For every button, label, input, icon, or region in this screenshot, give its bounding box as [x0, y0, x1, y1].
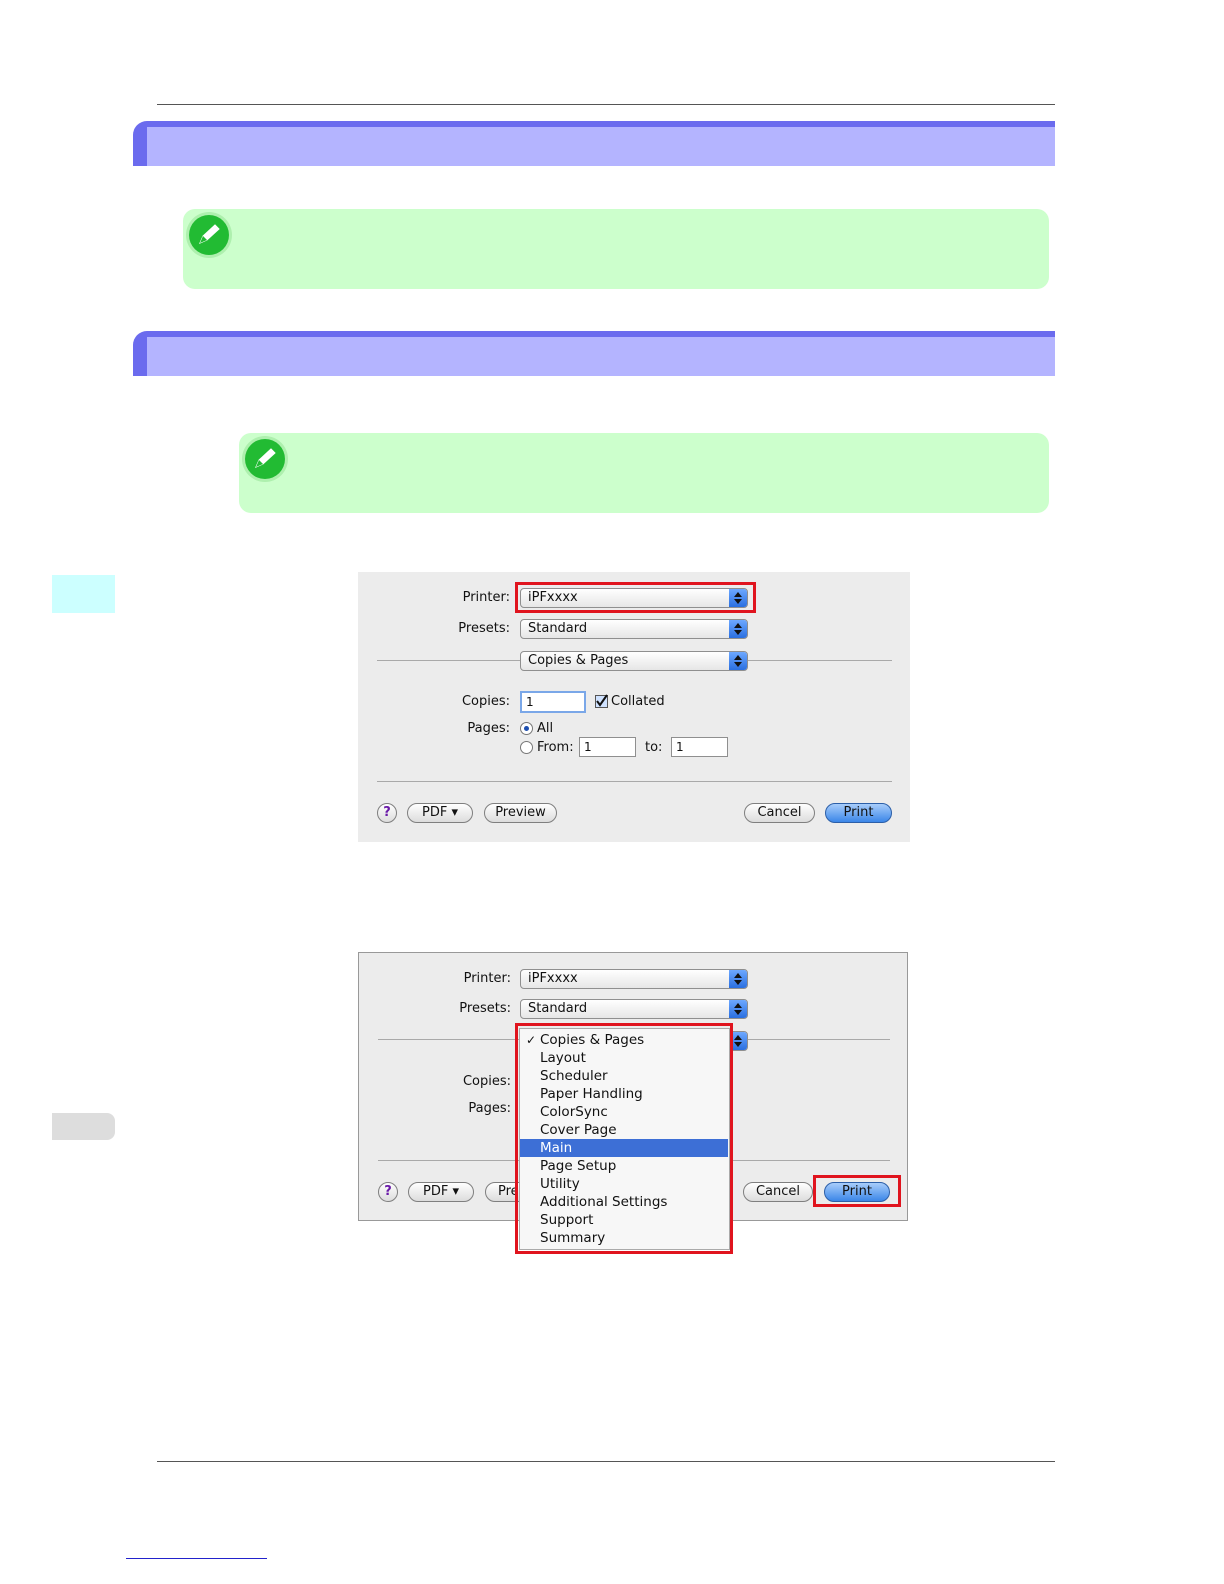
presets-value: Standard [528, 621, 588, 636]
popup-arrows-icon [729, 652, 747, 670]
printer-popup[interactable]: iPFxxxx [520, 969, 748, 989]
print-button[interactable]: Print [825, 803, 892, 823]
presets-value: Standard [528, 1001, 588, 1016]
cancel-button[interactable]: Cancel [743, 1182, 813, 1202]
divider [377, 660, 520, 661]
top-rule [157, 104, 1055, 105]
to-label: to: [645, 740, 663, 755]
from-field[interactable]: 1 [579, 737, 636, 757]
note-pencil-icon [245, 439, 285, 479]
printer-label: Printer: [463, 971, 511, 986]
pages-from-label: From: [537, 740, 574, 755]
copies-field[interactable]: 1 [520, 691, 586, 713]
help-icon[interactable]: ? [377, 803, 397, 823]
preview-button[interactable]: Preview [484, 803, 557, 823]
copies-label: Copies: [462, 1074, 511, 1089]
pages-label: Pages: [468, 1101, 511, 1116]
printer-highlight [515, 582, 756, 613]
section-header-1 [133, 121, 1055, 166]
divider [378, 1039, 520, 1040]
pages-all-label: All [537, 721, 554, 736]
side-tab-chapter [52, 575, 115, 613]
printer-value: iPFxxxx [528, 971, 578, 986]
menu-highlight [515, 1023, 733, 1254]
cancel-button[interactable]: Cancel [744, 803, 815, 823]
help-icon[interactable]: ? [378, 1182, 398, 1202]
divider [377, 781, 892, 782]
pages-label: Pages: [467, 721, 510, 736]
popup-arrows-icon [729, 970, 747, 988]
collated-checkbox[interactable] [595, 694, 608, 708]
bottom-rule [157, 1461, 1055, 1462]
collated-label: Collated [611, 694, 665, 709]
presets-popup[interactable]: Standard [520, 999, 748, 1019]
pages-from-radio[interactable] [520, 741, 533, 754]
footer-link-underline [126, 1558, 267, 1559]
copies-label: Copies: [461, 694, 510, 709]
note-box-2 [239, 433, 1049, 513]
popup-arrows-icon [729, 1000, 747, 1018]
pdf-button[interactable]: PDF ▾ [408, 1182, 474, 1202]
section-header-2 [133, 331, 1055, 376]
to-field[interactable]: 1 [671, 737, 728, 757]
side-tab-section [52, 1113, 115, 1140]
pdf-button[interactable]: PDF ▾ [407, 803, 473, 823]
panel-popup[interactable]: Copies & Pages [520, 651, 748, 671]
presets-label: Presets: [458, 621, 510, 636]
divider [748, 1039, 890, 1040]
divider [748, 660, 892, 661]
pages-all-radio[interactable] [520, 722, 533, 735]
note-pencil-icon [189, 215, 229, 255]
print-highlight [813, 1175, 901, 1207]
printer-label: Printer: [462, 590, 510, 605]
popup-arrows-icon [729, 620, 747, 638]
panel-value: Copies & Pages [528, 653, 629, 668]
presets-label: Presets: [459, 1001, 511, 1016]
note-box-1 [183, 209, 1049, 289]
presets-popup[interactable]: Standard [520, 619, 748, 639]
